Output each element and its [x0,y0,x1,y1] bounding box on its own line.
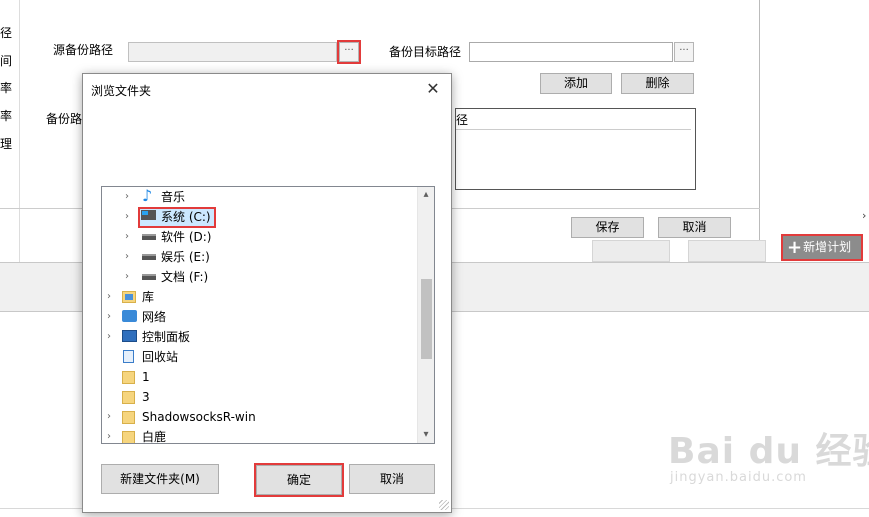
source-path-label: 源备份路径 [53,43,114,57]
library-icon [122,291,136,303]
tree-item[interactable]: › 控制面板 [102,327,418,347]
chevron-right-icon[interactable]: › [104,307,114,327]
left-tab-label[interactable]: 率 [0,81,12,95]
new-folder-button[interactable]: 新建文件夹(M) [101,464,219,494]
left-tab-strip: 径 间 率 率 理 [0,0,20,262]
scroll-right-icon[interactable]: › [862,209,866,222]
chevron-right-icon[interactable]: › [104,427,114,443]
plus-icon: + [787,237,803,258]
tree-item-label: 1 [142,370,150,384]
toolbar-button[interactable] [688,240,766,262]
scroll-down-icon[interactable]: ▾ [418,427,434,443]
tree-item[interactable]: 3 [102,387,418,407]
tree-item-label: 音乐 [161,190,186,204]
toolbar-button[interactable] [592,240,670,262]
tree-item[interactable]: › ♪ 音乐 [102,187,418,207]
tree-item-label: ShadowsocksR-win [142,410,256,424]
baidu-jingyan-watermark: Bai du 经验 jingyan.baidu.com [668,422,869,485]
left-tab-label[interactable]: 径 [0,26,12,40]
chevron-right-icon[interactable]: › [122,267,132,287]
tree-item-label: 回收站 [142,350,179,364]
add-plan-label: 新增计划 [803,240,852,254]
tree-item-label: 文档 (F:) [161,270,209,284]
scroll-up-icon[interactable]: ▴ [418,187,434,203]
tree-item-label: 软件 (D:) [161,230,212,244]
tree-item-label: 网络 [142,310,167,324]
target-path-label: 备份目标路径 [389,45,462,59]
left-tab-label[interactable]: 率 [0,109,12,123]
source-browse-button[interactable]: ··· [337,40,361,64]
target-browse-button[interactable]: ··· [674,42,694,62]
folder-icon [122,371,135,384]
chevron-right-icon[interactable]: › [122,207,132,227]
tree-item-label: 白鹿 [142,430,167,444]
ok-button[interactable]: 确定 [254,463,344,497]
delete-button[interactable]: 删除 [621,73,694,94]
tree-item[interactable]: › 白鹿 [102,427,418,444]
tree-item-label: 库 [142,290,155,304]
folder-tree[interactable]: › ♪ 音乐 › 系统 (C:) › 软件 (D:) › 娱乐 (E:) › 文… [101,186,435,444]
tree-item-label: 娱乐 (E:) [161,250,210,264]
scroll-thumb[interactable] [421,279,432,359]
chevron-right-icon[interactable]: › [104,327,114,347]
recycle-bin-icon [123,350,134,363]
browse-folder-dialog: 浏览文件夹 ✕ › ♪ 音乐 › 系统 (C:) › 软件 (D:) › 娱乐 … [82,73,452,513]
tree-item[interactable]: › 网络 [102,307,418,327]
tree-item-selected[interactable]: › 系统 (C:) [102,207,418,227]
tree-item[interactable]: 1 [102,367,418,387]
tree-item-label: 系统 (C:) [161,210,211,224]
control-panel-icon [122,330,137,342]
vertical-scrollbar[interactable]: ▴ ▾ [417,187,434,443]
resize-grip-icon[interactable] [439,500,449,510]
dialog-cancel-button[interactable]: 取消 [349,464,435,494]
left-tab-label[interactable]: 间 [0,54,12,68]
target-path-input[interactable] [469,42,673,62]
tree-item-label: 控制面板 [142,330,191,344]
backup-path-label: 备份路 [46,112,83,126]
drive-icon [142,274,156,280]
tree-item[interactable]: 回收站 [102,347,418,367]
folder-icon [122,431,135,443]
tree-item[interactable]: › 库 [102,287,418,307]
add-button[interactable]: 添加 [540,73,612,94]
music-icon: ♪ [142,186,153,205]
left-tab-label[interactable]: 理 [0,137,12,151]
close-icon[interactable]: ✕ [421,77,445,101]
tree-item[interactable]: › 娱乐 (E:) [102,247,418,267]
tree-item-label: 3 [142,390,150,404]
chevron-right-icon[interactable]: › [122,247,132,267]
chevron-right-icon[interactable]: › [122,227,132,247]
chevron-right-icon[interactable]: › [122,187,132,207]
chevron-right-icon[interactable]: › [104,287,114,307]
watermark-logo-text: Bai du 经验 [668,431,869,472]
cancel-button[interactable]: 取消 [658,217,731,238]
network-icon [122,310,137,322]
list-column-header: 径 [456,112,691,130]
backup-path-list[interactable]: 径 [455,108,696,190]
drive-icon [142,254,156,260]
dialog-title: 浏览文件夹 [91,84,152,98]
tree-item[interactable]: › ShadowsocksR-win [102,407,418,427]
folder-icon [122,411,135,424]
chevron-right-icon[interactable]: › [104,407,114,427]
source-path-input[interactable] [128,42,337,62]
add-plan-button[interactable]: +新增计划 [781,234,863,261]
windows-drive-icon [141,210,156,220]
tree-item[interactable]: › 软件 (D:) [102,227,418,247]
folder-icon [122,391,135,404]
drive-icon [142,234,156,240]
save-button[interactable]: 保存 [571,217,644,238]
tree-item[interactable]: › 文档 (F:) [102,267,418,287]
